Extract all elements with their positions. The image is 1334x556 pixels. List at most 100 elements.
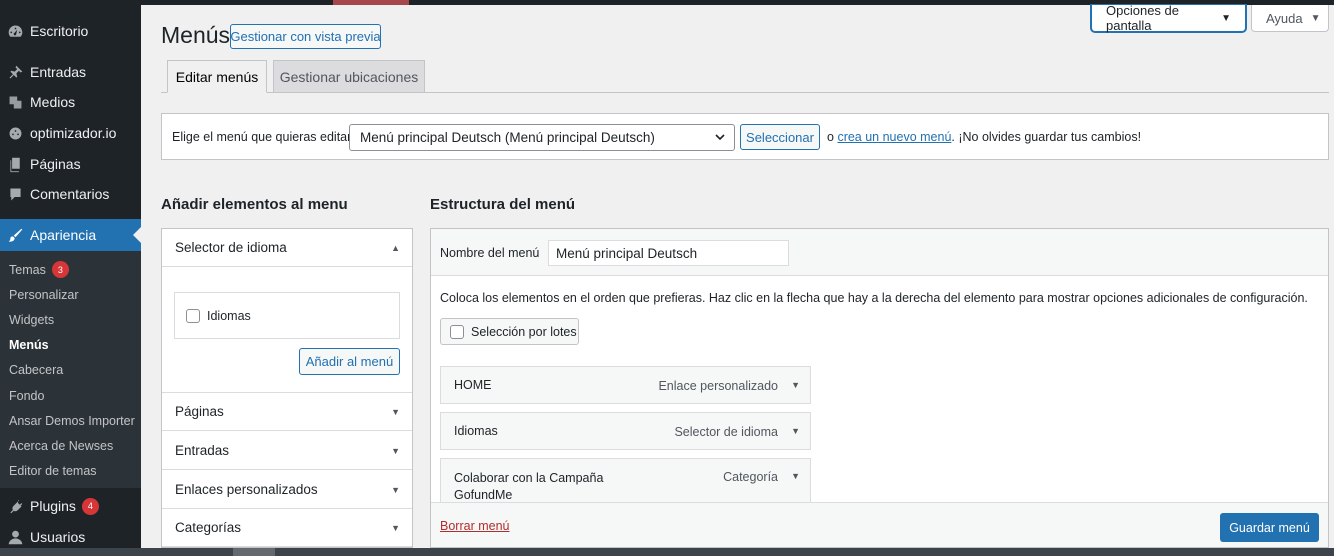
sidebar-item-optimizador[interactable]: optimizador.io (0, 118, 141, 148)
menu-select-dropdown[interactable]: Menú principal Deutsch (Menú principal D… (349, 124, 735, 151)
submenu-item-acerca-newses[interactable]: Acerca de Newses (9, 439, 113, 453)
sidebar-item-label: optimizador.io (30, 125, 117, 141)
screen-options-label: Opciones de pantalla (1106, 3, 1179, 33)
delete-menu-link[interactable]: Borrar menú (440, 519, 509, 533)
language-options-list: Idiomas (174, 292, 400, 339)
submenu-item-menus[interactable]: Menús (9, 338, 49, 352)
menu-item-title: Colaborar con la Campaña GofundMe (454, 471, 604, 502)
accordion-label: Entradas (175, 443, 230, 458)
submenu-label: Personalizar (9, 288, 79, 302)
menu-structure-title: Estructura del menú (430, 196, 576, 213)
sidebar-item-entradas[interactable]: Entradas (0, 57, 141, 87)
submenu-item-ansar-demos[interactable]: Ansar Demos Importer (9, 414, 135, 428)
dashboard-icon (0, 23, 30, 40)
menu-instructions: Coloca los elementos en el orden que pre… (440, 291, 1308, 305)
submenu-item-editor-temas[interactable]: Editor de temas (9, 464, 97, 478)
menu-structure-panel: Nombre del menú Menú principal Deutsch C… (430, 228, 1329, 548)
bottom-strip (0, 548, 1334, 556)
idiomas-checkbox[interactable] (186, 308, 200, 323)
screen-options-button[interactable]: Opciones de pantalla ▼ (1091, 3, 1246, 33)
update-badge: 4 (81, 497, 99, 515)
submenu-item-personalizar[interactable]: Personalizar (9, 288, 78, 302)
submenu-label: Acerca de Newses (9, 439, 114, 453)
hint-prefix: o (827, 130, 834, 144)
hint-suffix: . ¡No olvides guardar tus cambios! (951, 130, 1142, 144)
sidebar-item-label: Comentarios (30, 186, 110, 202)
submenu-label: Ansar Demos Importer (9, 414, 135, 428)
sidebar-item-apariencia[interactable]: Apariencia (0, 219, 141, 251)
tab-edit-menus[interactable]: Editar menús (167, 60, 267, 93)
bottom-strip-segment (233, 548, 275, 556)
sidebar-item-escritorio[interactable]: Escritorio (0, 16, 141, 46)
sidebar-item-label: Apariencia (30, 227, 97, 243)
select-menu-button[interactable]: Seleccionar (740, 124, 820, 150)
submenu-label: Editor de temas (9, 464, 97, 478)
sidebar-item-label: Usuarios (30, 529, 86, 545)
gauge-icon (0, 125, 30, 142)
submenu-item-widgets[interactable]: Widgets (9, 313, 54, 327)
menu-select-bar: Elige el menú que quieras editar: Menú p… (161, 113, 1329, 160)
bulk-select-checkbox[interactable] (450, 324, 464, 339)
caret-down-icon: ▼ (1310, 12, 1321, 24)
appearance-submenu: Temas 3 Personalizar Widgets Menús Cabece… (0, 251, 141, 488)
accordion-label: Enlaces personalizados (175, 482, 318, 497)
menu-structure-footer: Borrar menú Guardar menú (431, 502, 1328, 547)
help-button[interactable]: Ayuda ▼ (1251, 5, 1329, 32)
select-hint: o crea un nuevo menú. ¡No olvides guarda… (827, 130, 1141, 144)
submenu-label: Cabecera (9, 363, 64, 377)
tab-manage-locations[interactable]: Gestionar ubicaciones (273, 60, 425, 93)
caret-down-icon: ▼ (1221, 12, 1231, 24)
submenu-item-fondo[interactable]: Fondo (9, 389, 44, 403)
sidebar-item-plugins[interactable]: Plugins 4 (0, 491, 141, 521)
accordion-language-selector[interactable]: Selector de idioma ▲ (162, 229, 412, 267)
sidebar-item-medios[interactable]: Medios (0, 87, 141, 117)
menu-name-input[interactable]: Menú principal Deutsch (548, 240, 789, 266)
bulk-select-label: Selección por lotes (471, 324, 577, 339)
menu-item-row[interactable]: HOME Enlace personalizado ▼ (440, 366, 811, 404)
sidebar-item-comentarios[interactable]: Comentarios (0, 179, 141, 209)
caret-down-icon[interactable]: ▼ (791, 471, 800, 481)
menu-select-label: Elige el menú que quieras editar: (172, 130, 355, 144)
caret-down-icon[interactable]: ▼ (791, 380, 800, 390)
accordion-categories[interactable]: Categorías ▼ (162, 509, 412, 547)
page-icon (0, 156, 30, 173)
plug-icon (0, 498, 30, 515)
menu-item-type: Selector de idioma (674, 425, 778, 439)
sidebar-item-paginas[interactable]: Páginas (0, 149, 141, 179)
submenu-label: Temas (9, 262, 46, 277)
bulk-select-button[interactable]: Selección por lotes (440, 318, 579, 345)
add-to-menu-button[interactable]: Añadir al menú (299, 348, 400, 375)
create-new-menu-link[interactable]: crea un nuevo menú (837, 130, 951, 144)
menu-item-title: Idiomas (454, 424, 498, 438)
user-icon (0, 529, 30, 546)
menu-select-value: Menú principal Deutsch (Menú principal D… (360, 130, 655, 145)
menu-item-type: Enlace personalizado (658, 379, 778, 393)
submenu-item-cabecera[interactable]: Cabecera (9, 363, 63, 377)
save-menu-button[interactable]: Guardar menú (1220, 513, 1319, 542)
menu-item-row[interactable]: Idiomas Selector de idioma ▼ (440, 412, 811, 450)
submenu-item-temas[interactable]: Temas 3 (9, 261, 69, 278)
manage-with-preview-button[interactable]: Gestionar con vista previa (230, 24, 381, 49)
comment-icon (0, 186, 30, 203)
sidebar-item-label: Páginas (30, 156, 81, 172)
caret-down-icon: ▼ (391, 445, 400, 456)
admin-sidebar: Escritorio Entradas Medios optimizador.i… (0, 0, 141, 548)
caret-down-icon[interactable]: ▼ (791, 426, 800, 436)
chevron-down-icon (715, 134, 725, 141)
page-title: Menús (161, 22, 231, 48)
add-items-accordion: Selector de idioma ▲ Idiomas Añadir al me… (161, 228, 413, 548)
admin-bar-accent (333, 0, 409, 5)
accordion-pages[interactable]: Páginas ▼ (162, 393, 412, 431)
caret-down-icon: ▼ (391, 484, 400, 495)
help-label: Ayuda (1266, 10, 1303, 26)
update-badge: 3 (51, 261, 69, 278)
accordion-posts[interactable]: Entradas ▼ (162, 432, 412, 470)
accordion-label: Páginas (175, 404, 224, 419)
sidebar-item-label: Entradas (30, 64, 87, 80)
accordion-label: Categorías (175, 520, 242, 535)
submenu-label: Widgets (9, 313, 55, 327)
accordion-custom-links[interactable]: Enlaces personalizados ▼ (162, 471, 412, 509)
caret-down-icon: ▼ (391, 406, 400, 417)
caret-up-icon: ▲ (391, 242, 400, 253)
add-items-title: Añadir elementos al menu (161, 196, 348, 213)
